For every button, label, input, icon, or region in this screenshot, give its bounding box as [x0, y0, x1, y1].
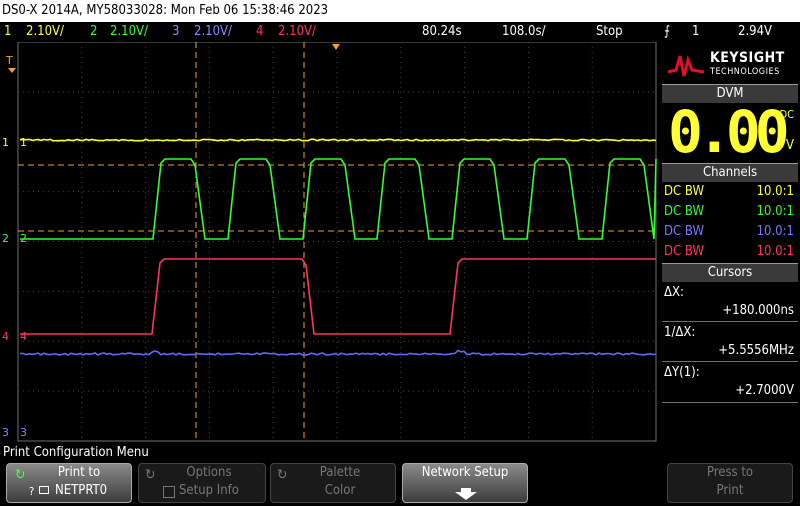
ch4-number[interactable]: 4	[256, 22, 263, 42]
channels-header: Channels	[662, 163, 798, 182]
ch4-trace	[20, 259, 656, 334]
menu-title: Print Configuration Menu	[0, 443, 663, 463]
setup-info-label: Setup Info	[179, 482, 239, 500]
timebase-readout[interactable]: 108.0s/	[502, 22, 546, 42]
ch3-coupling: DC BW	[664, 222, 704, 242]
trigger-level[interactable]: 2.94V	[738, 22, 772, 42]
channel-row-2: DC BW 10.0:1	[664, 202, 796, 222]
options-knob-icon: ↻	[145, 466, 156, 484]
ch2-ground-marker: 2	[2, 232, 9, 245]
cursors-header: Cursors	[662, 263, 798, 282]
channel-row-3: DC BW 10.0:1	[664, 222, 796, 242]
cursor-dx-value: +180.000ns	[664, 302, 796, 320]
ch1-trace-label: 1	[20, 136, 27, 149]
cursor-divider-2	[662, 361, 798, 362]
ch2-trace	[20, 159, 656, 239]
channel-row-1: DC BW 10.0:1	[664, 182, 796, 202]
trigger-marker-arrow	[8, 68, 16, 73]
print-label: Print	[668, 482, 792, 500]
dvm-unit: V	[786, 138, 794, 153]
ch4-trace-label: 4	[20, 330, 27, 343]
dvm-value: 0.00	[668, 98, 784, 166]
channel-row-4: DC BW 10.0:1	[664, 242, 796, 262]
print-to-prefix: ?	[29, 483, 34, 501]
trigger-source[interactable]: 1	[692, 22, 699, 42]
cursor-inv-label: 1/ΔX:	[664, 324, 796, 342]
press-to-label: Press to	[668, 464, 792, 482]
ch3-ground-marker: 3	[2, 426, 9, 439]
delay-readout[interactable]: 80.24s	[422, 22, 462, 42]
cursor-inv-value: +5.5556MHz	[664, 342, 796, 360]
palette-value: Color	[271, 482, 395, 500]
ch2-coupling: DC BW	[664, 202, 704, 222]
print-to-label: Print to	[7, 464, 131, 482]
ch3-trace	[20, 350, 656, 355]
trigger-position-marker	[332, 44, 340, 50]
cursor-dy-label: ΔY(1):	[664, 364, 796, 382]
brand-name: KEYSIGHT	[710, 50, 785, 66]
cursor-dx-label: ΔX:	[664, 284, 796, 302]
options-label: Options	[139, 464, 265, 482]
down-arrow-icon	[454, 488, 478, 506]
ch4-scale[interactable]: 2.10V/	[278, 22, 316, 42]
brand-sub: TECHNOLOGIES	[710, 67, 780, 77]
ch1-probe: 10.0:1	[757, 182, 794, 202]
ch4-ground-marker: 4	[2, 330, 9, 343]
cursor-divider-3	[662, 402, 798, 403]
press-to-print-softkey[interactable]: Press to Print	[667, 463, 793, 503]
title-bar: DS0-X 2014A, MY58033028: Mon Feb 06 15:3…	[0, 0, 800, 22]
ch3-scale[interactable]: 2.10V/	[194, 22, 232, 42]
keysight-wave-icon	[666, 50, 706, 80]
ch2-scale[interactable]: 2.10V/	[110, 22, 148, 42]
ch4-probe: 10.0:1	[757, 242, 794, 262]
ch2-probe: 10.0:1	[757, 202, 794, 222]
ch1-ground-marker: 1	[2, 136, 9, 149]
network-setup-label: Network Setup	[403, 464, 527, 482]
channel-settings-row: 1 2.10V/ 2 2.10V/ 3 2.10V/ 4 2.10V/ 80.2…	[0, 22, 800, 42]
dvm-display: 0.00 DC V	[664, 104, 796, 160]
waveform-display[interactable]: T 1 1 2 2 4 4 3 3	[0, 42, 660, 442]
palette-knob-icon: ↻	[277, 466, 288, 484]
palette-label: Palette	[271, 464, 395, 482]
ch1-scale[interactable]: 2.10V/	[26, 22, 64, 42]
keysight-logo: KEYSIGHT TECHNOLOGIES	[664, 46, 798, 82]
ch2-trace-label: 2	[20, 232, 27, 245]
palette-softkey[interactable]: ↻ Palette Color	[270, 463, 396, 503]
cursor-dy-value: +2.7000V	[664, 382, 796, 400]
setup-info-checkbox[interactable]	[163, 486, 175, 498]
ch1-trace	[20, 139, 656, 140]
print-to-value: NETPRT0	[55, 482, 107, 500]
ch2-number[interactable]: 2	[90, 22, 97, 42]
dvm-coupling: DC	[779, 108, 794, 121]
ch3-probe: 10.0:1	[757, 222, 794, 242]
ch4-coupling: DC BW	[664, 242, 704, 262]
cursor-divider-1	[662, 321, 798, 322]
ch1-coupling: DC BW	[664, 182, 704, 202]
trigger-edge-icon: ⨍	[664, 22, 670, 42]
ch1-number[interactable]: 1	[4, 22, 11, 42]
ch3-number[interactable]: 3	[172, 22, 179, 42]
ch3-trace-label: 3	[20, 426, 27, 439]
options-softkey[interactable]: ↻ Options Setup Info	[138, 463, 266, 503]
network-setup-softkey[interactable]: Network Setup	[402, 463, 528, 503]
graticule-grid	[18, 42, 656, 441]
rotate-knob-icon: ↻	[15, 466, 26, 484]
printer-icon	[39, 486, 49, 494]
run-state: Stop	[596, 22, 623, 42]
trigger-level-marker: T	[5, 54, 13, 67]
print-to-softkey[interactable]: ↻ Print to ? NETPRT0	[6, 463, 132, 503]
